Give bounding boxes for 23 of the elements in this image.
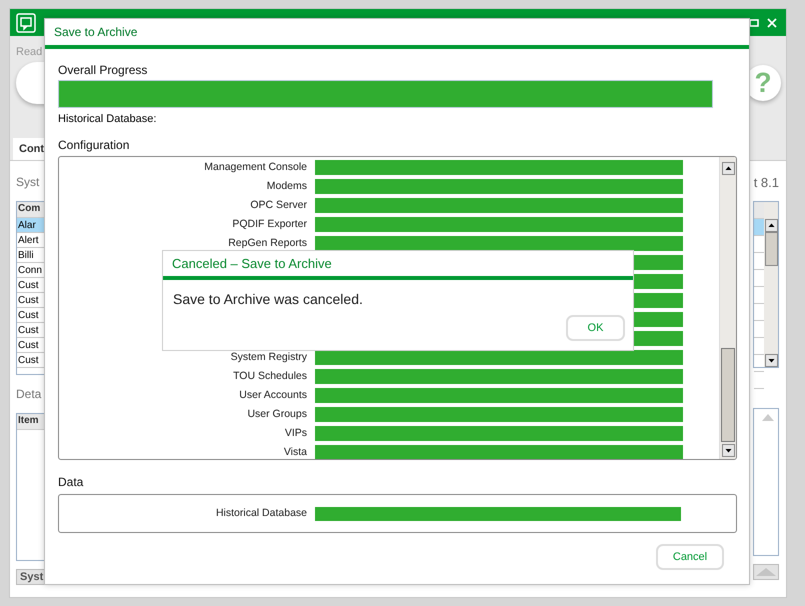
status-text: Historical Database:: [58, 113, 158, 125]
dialog-title: Save to Archive: [53, 24, 138, 41]
item-label: PQDIF Exporter: [231, 219, 307, 230]
item-label: System Registry: [230, 352, 307, 363]
item-label: OPC Server: [249, 200, 307, 211]
item-label: Historical Database: [214, 508, 307, 519]
section-label: Configuration: [58, 138, 130, 152]
section-label: Data: [58, 475, 84, 489]
section-heading: Deta: [16, 387, 42, 403]
item-label: Modems: [266, 181, 307, 192]
toolbar-label: Read: [16, 46, 44, 58]
section-label: Overall Progress: [58, 63, 148, 77]
item-label: User Accounts: [238, 390, 307, 401]
item-label: Vista: [282, 447, 307, 458]
item-label: VIPs: [284, 428, 307, 439]
message-text: Save to Archive was canceled.: [172, 290, 364, 307]
item-label: User Groups: [246, 409, 307, 420]
item-label: RepGen Reports: [227, 238, 307, 249]
item-label: TOU Schedules: [232, 371, 307, 382]
dialog-title: Canceled – Save to Archive: [171, 255, 333, 273]
item-label: Management Console: [203, 162, 307, 173]
section-heading: Syst: [16, 175, 40, 191]
section-heading: t 8.1: [754, 175, 779, 192]
